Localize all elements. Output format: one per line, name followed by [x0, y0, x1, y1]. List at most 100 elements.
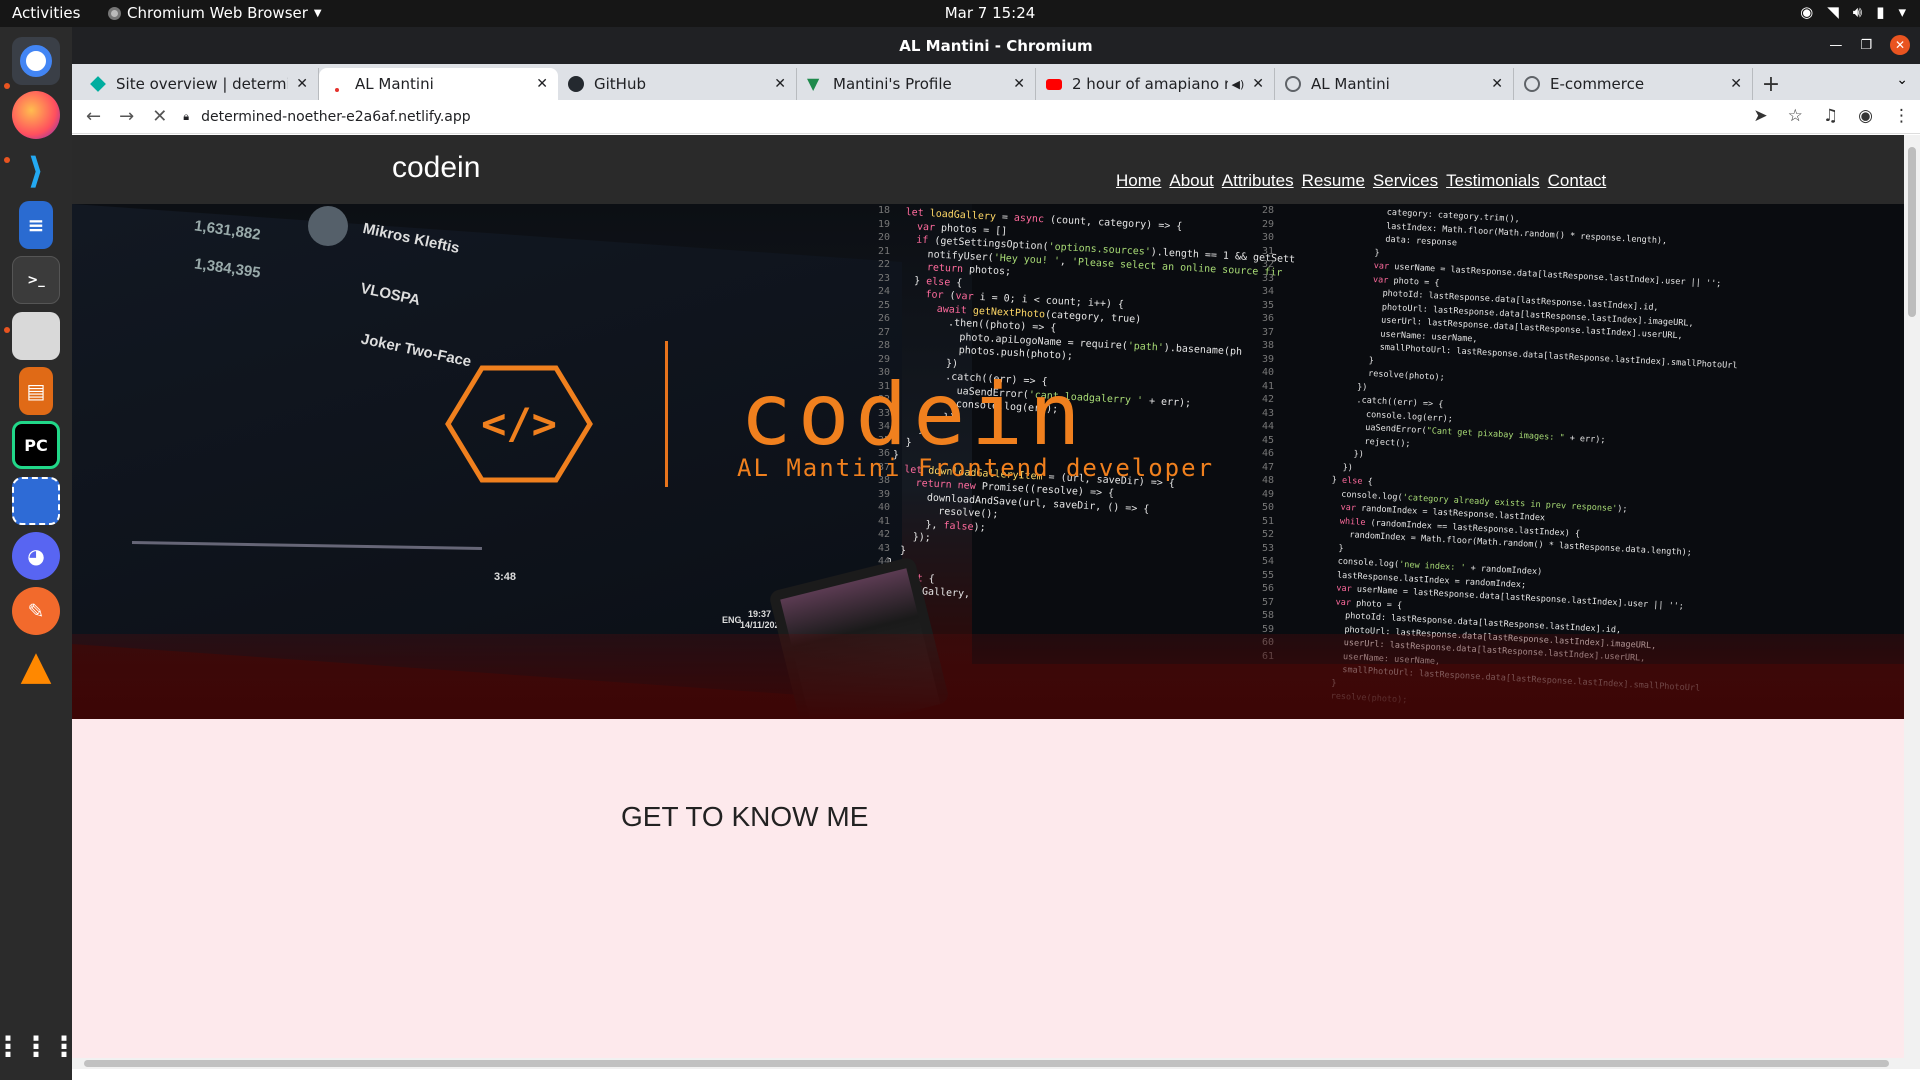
- firefox-icon[interactable]: [12, 91, 60, 139]
- back-button[interactable]: ←: [86, 106, 101, 127]
- audio-playing-icon[interactable]: ◀): [1232, 78, 1245, 91]
- running-indicator: [4, 327, 10, 333]
- drawing-icon[interactable]: ✎: [12, 587, 60, 635]
- globe-favicon-icon: [1524, 76, 1540, 92]
- running-indicator: [4, 157, 10, 163]
- app-grid-icon[interactable]: ⋮⋮⋮: [0, 1022, 78, 1070]
- omnibox[interactable]: 🔒︎ determined-noether-e2a6af.netlify.app: [183, 109, 470, 125]
- bookmark-star-icon[interactable]: ☆: [1788, 106, 1803, 126]
- discord-tray-icon: ◉: [1800, 3, 1814, 21]
- tab-label: GitHub: [594, 75, 646, 93]
- discord-icon[interactable]: ◕: [12, 532, 60, 580]
- tab-label: AL Mantini: [1311, 75, 1390, 93]
- horizontal-scrollbar[interactable]: [72, 1058, 1904, 1069]
- avatar: [308, 206, 348, 246]
- tab-github[interactable]: GitHub ✕: [558, 68, 797, 100]
- site-logo[interactable]: codein: [392, 151, 480, 185]
- wifi-icon: ◥: [1827, 3, 1839, 21]
- close-tab-icon[interactable]: ✕: [1252, 76, 1264, 92]
- close-window-button[interactable]: ✕: [1890, 35, 1910, 55]
- close-tab-icon[interactable]: ✕: [1491, 76, 1503, 92]
- nav-services[interactable]: Services: [1373, 171, 1438, 191]
- window-titlebar[interactable]: AL Mantini - Chromium — ❐ ✕: [72, 27, 1920, 64]
- browser-menu-icon[interactable]: ⋮: [1893, 106, 1910, 126]
- section-title: GET TO KNOW ME: [621, 801, 869, 832]
- system-tray[interactable]: ◉ ◥ 🔊︎ ▮ ▾: [1800, 3, 1906, 21]
- site-header: codein Home About Attributes Resume Serv…: [72, 135, 1904, 204]
- desk-surface: [72, 634, 1904, 719]
- close-tab-icon[interactable]: ✕: [1013, 76, 1025, 92]
- dock: ⟩ ≡ >_ ▤ PC ◕ ✎ ▲ ⋮⋮⋮: [0, 27, 78, 1080]
- running-indicator: [4, 83, 10, 89]
- chromium-dock-icon[interactable]: [12, 37, 60, 85]
- lock-icon: 🔒︎: [183, 109, 190, 123]
- hero-time: 3:48: [494, 571, 517, 583]
- screenshot-icon[interactable]: [12, 477, 60, 525]
- media-controls-icon[interactable]: ♫: [1823, 106, 1838, 126]
- nav-attributes[interactable]: Attributes: [1222, 171, 1294, 191]
- files-icon[interactable]: [12, 312, 60, 360]
- close-tab-icon[interactable]: ✕: [774, 76, 786, 92]
- vscode-icon[interactable]: ⟩: [12, 147, 60, 195]
- about-section: GET TO KNOW ME: [72, 719, 1904, 1069]
- hero-banner: 1,631,882 1,384,395 Mikros Kleftis VLOSP…: [72, 204, 1904, 719]
- new-tab-button[interactable]: +: [1753, 68, 1789, 100]
- tab-site-overview[interactable]: Site overview | determine ✕: [80, 68, 319, 100]
- close-tab-icon[interactable]: ✕: [1730, 76, 1742, 92]
- battery-icon: ▮: [1876, 3, 1885, 21]
- tab-youtube-amapiano[interactable]: 2 hour of amapiano m ◀) ✕: [1036, 68, 1275, 100]
- system-clock[interactable]: Mar 7 15:24: [0, 4, 1920, 22]
- hero-tray-lang: ENG: [722, 615, 742, 625]
- github-favicon-icon: [568, 76, 584, 92]
- tab-ecommerce[interactable]: E-commerce ✕: [1514, 68, 1753, 100]
- tab-al-mantini-active[interactable]: AL Mantini ✕: [319, 68, 558, 100]
- pycharm-icon[interactable]: PC: [12, 421, 60, 469]
- web-page: codein Home About Attributes Resume Serv…: [72, 135, 1904, 1069]
- volume-icon: 🔊︎: [1852, 3, 1863, 21]
- presentation-icon[interactable]: ▤: [19, 367, 53, 415]
- vlc-icon[interactable]: ▲: [12, 642, 60, 690]
- hero-tagline: AL Mantini Frontend developer: [737, 454, 1215, 482]
- tab-al-mantini-2[interactable]: AL Mantini ✕: [1275, 68, 1514, 100]
- hero-tray-clock: 19:37: [748, 609, 772, 619]
- minimize-button[interactable]: —: [1829, 38, 1842, 53]
- profile-avatar-icon[interactable]: ◉: [1858, 106, 1873, 126]
- youtube-favicon-icon: [1046, 78, 1062, 90]
- site-nav: Home About Attributes Resume Services Te…: [1116, 171, 1606, 191]
- loading-favicon-icon: [329, 76, 345, 92]
- terminal-icon[interactable]: >_: [12, 256, 60, 304]
- forward-button[interactable]: →: [119, 106, 134, 127]
- nav-testimonials[interactable]: Testimonials: [1446, 171, 1540, 191]
- nav-about[interactable]: About: [1169, 171, 1213, 191]
- vue-favicon-icon: ▼: [807, 74, 820, 93]
- system-top-bar: Activities Chromium Web Browser ▼ Mar 7 …: [0, 0, 1920, 27]
- text-editor-icon[interactable]: ≡: [19, 201, 53, 249]
- window-title: AL Mantini - Chromium: [899, 37, 1093, 55]
- stop-loading-button[interactable]: ✕: [152, 106, 167, 127]
- close-tab-icon[interactable]: ✕: [536, 76, 548, 92]
- netlify-favicon-icon: [90, 76, 106, 92]
- tab-search-chevron-icon[interactable]: ⌄: [1896, 72, 1908, 88]
- close-tab-icon[interactable]: ✕: [296, 76, 308, 92]
- code-hex-logo: </>: [445, 365, 593, 483]
- tab-label: E-commerce: [1550, 75, 1645, 93]
- send-icon[interactable]: ➤: [1753, 106, 1767, 126]
- tab-label: Mantini's Profile: [833, 75, 952, 93]
- code-line-numbers: 28 29 30 31 32 33 34 35 36 37 38 39 40 4…: [1262, 205, 1275, 662]
- address-bar-row: ← → ✕ 🔒︎ determined-noether-e2a6af.netli…: [72, 100, 1920, 134]
- tab-label: AL Mantini: [355, 75, 434, 93]
- power-menu-icon: ▾: [1898, 3, 1906, 21]
- tab-label: Site overview | determine: [116, 75, 288, 93]
- svg-text:</>: </>: [481, 399, 557, 448]
- nav-contact[interactable]: Contact: [1548, 171, 1607, 191]
- nav-home[interactable]: Home: [1116, 171, 1161, 191]
- maximize-button[interactable]: ❐: [1860, 38, 1872, 53]
- url-text[interactable]: determined-noether-e2a6af.netlify.app: [201, 109, 470, 125]
- browser-window: AL Mantini - Chromium — ❐ ✕ Site overvie…: [72, 27, 1920, 1080]
- globe-favicon-icon: [1285, 76, 1301, 92]
- nav-resume[interactable]: Resume: [1302, 171, 1365, 191]
- brand-divider: [665, 341, 668, 487]
- vertical-scrollbar[interactable]: [1904, 135, 1920, 1069]
- tab-strip: Site overview | determine ✕ AL Mantini ✕…: [72, 64, 1920, 100]
- tab-mantini-profile[interactable]: ▼ Mantini's Profile ✕: [797, 68, 1036, 100]
